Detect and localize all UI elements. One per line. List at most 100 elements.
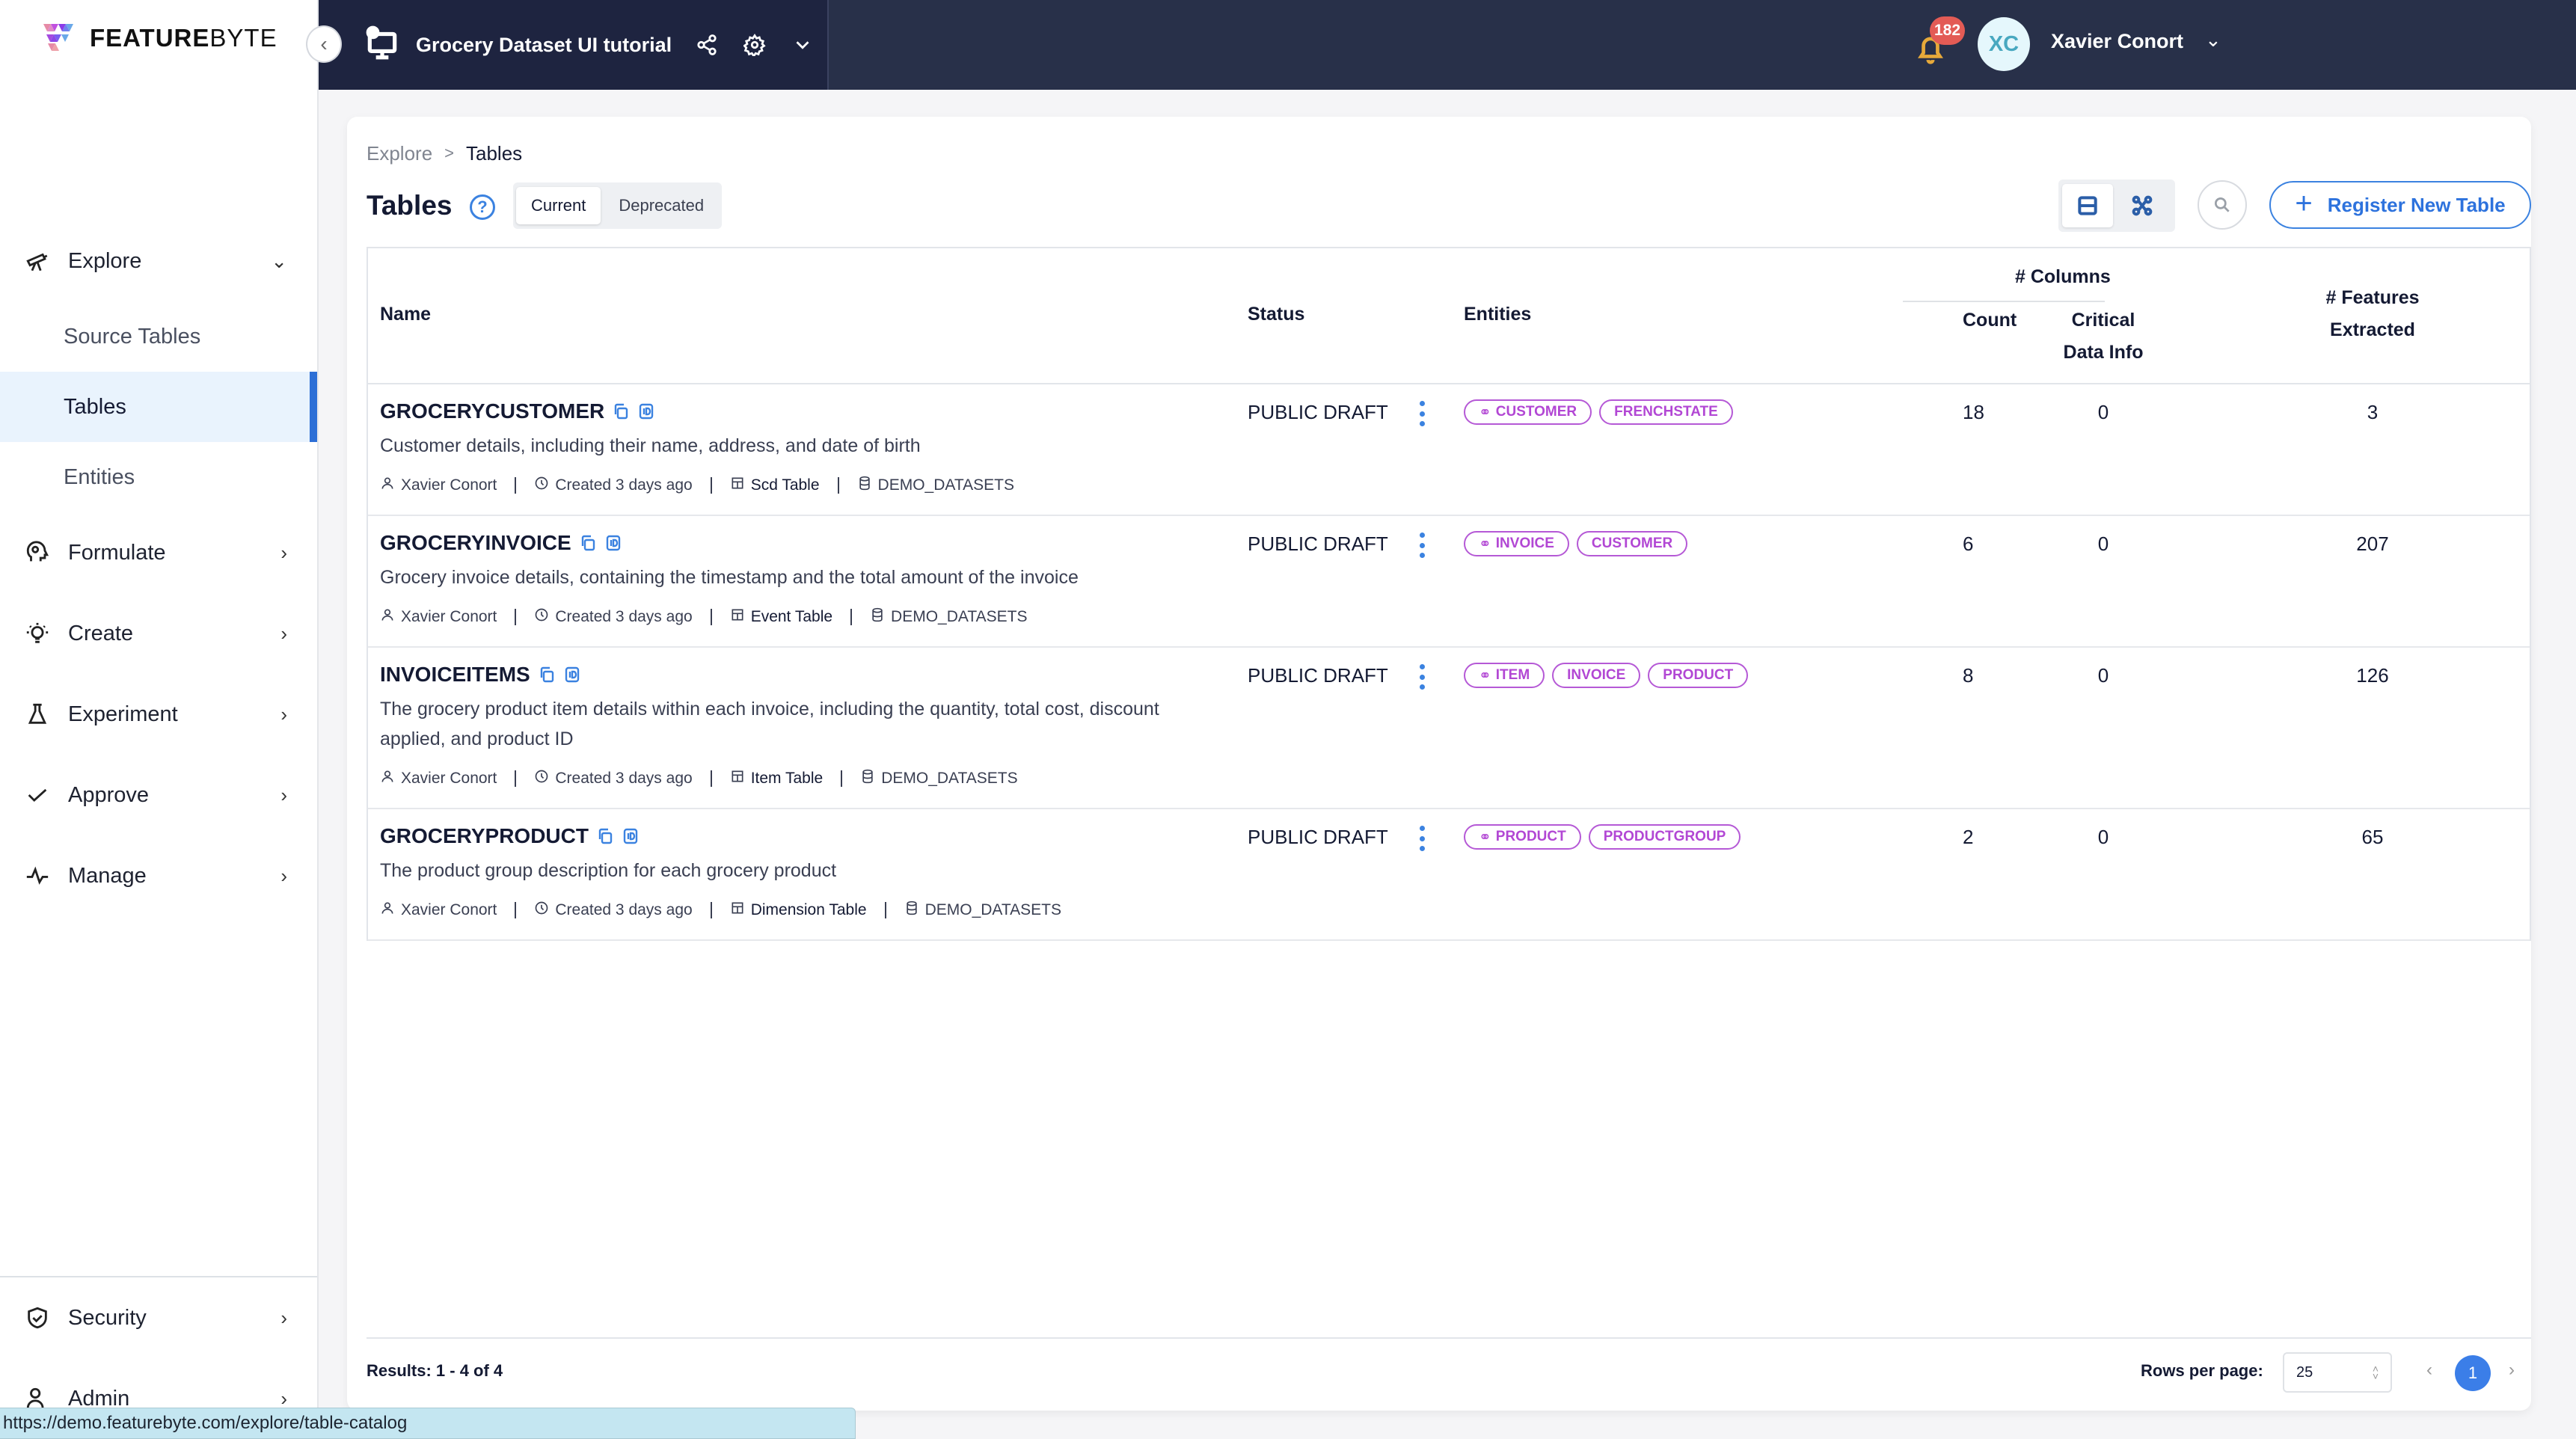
chevron-right-icon: ›: [280, 864, 287, 887]
entity-tag[interactable]: INVOICE: [1552, 663, 1641, 688]
chevron-right-icon: ›: [280, 622, 287, 645]
chevron-down-icon[interactable]: [790, 32, 815, 58]
sidebar-item-manage[interactable]: Manage ›: [0, 835, 317, 916]
chevron-right-icon: ›: [280, 1387, 287, 1410]
sidebar-item-explore[interactable]: Explore ⌄: [0, 221, 317, 301]
table-name-link[interactable]: GROCERYPRODUCT: [380, 824, 589, 848]
sidebar-item-source-tables[interactable]: Source Tables: [0, 301, 317, 372]
more-options-icon[interactable]: [1414, 401, 1429, 426]
clock-icon: [534, 769, 549, 788]
share-icon[interactable]: [694, 32, 720, 58]
table-row[interactable]: INVOICEITEMS The grocery product item det…: [368, 648, 2530, 809]
table-name-link[interactable]: INVOICEITEMS: [380, 663, 530, 687]
meta-separator: [850, 609, 853, 625]
chevron-right-icon: ›: [280, 1306, 287, 1329]
next-page-button[interactable]: ›: [2509, 1360, 2515, 1381]
gear-icon[interactable]: [742, 32, 767, 58]
page-1-button[interactable]: 1: [2455, 1355, 2491, 1391]
entity-tag[interactable]: ⚭ CUSTOMER: [1464, 399, 1592, 425]
sidebar-item-label: Formulate: [68, 540, 166, 565]
chevron-down-icon: ⌄: [271, 249, 287, 272]
user-icon: [380, 900, 395, 920]
check-icon: [24, 782, 51, 809]
table-owner: Xavier Conort: [401, 476, 497, 494]
user-name[interactable]: Xavier Conort: [2051, 30, 2183, 53]
id-icon[interactable]: [604, 533, 622, 553]
header-count[interactable]: Count: [1963, 310, 2017, 331]
header-status[interactable]: Status: [1248, 304, 1304, 325]
entity-tag[interactable]: CUSTOMER: [1576, 531, 1688, 556]
sidebar-item-security[interactable]: Security ›: [0, 1277, 317, 1358]
project-title[interactable]: Grocery Dataset UI tutorial: [416, 34, 672, 57]
table-type: Dimension Table: [750, 901, 867, 918]
breadcrumb-explore[interactable]: Explore: [367, 142, 432, 165]
copy-icon[interactable]: [538, 665, 556, 684]
help-icon[interactable]: ?: [470, 194, 495, 220]
copy-icon[interactable]: [596, 826, 614, 846]
notification-count-badge[interactable]: 182: [1930, 16, 1966, 45]
footer-divider: [367, 1337, 2531, 1339]
more-options-icon[interactable]: [1414, 533, 1429, 558]
meta-separator: [710, 609, 712, 625]
chevron-down-icon[interactable]: ⌄: [2205, 28, 2221, 52]
meta-separator: [841, 770, 843, 787]
tab-current[interactable]: Current: [516, 187, 601, 224]
featurebyte-logo-icon: [43, 24, 73, 51]
previous-page-button[interactable]: ‹: [2426, 1360, 2432, 1381]
entity-tag[interactable]: ⚭ PRODUCT: [1464, 824, 1581, 850]
header-critical-line1: Critical: [2071, 310, 2135, 331]
table-meta: Xavier Conort Created 3 days ago Item Tabl…: [380, 769, 1018, 788]
table-name-link[interactable]: GROCERYCUSTOMER: [380, 399, 604, 423]
table-row[interactable]: GROCERYPRODUCT The product group descript…: [368, 809, 2530, 941]
entity-tag[interactable]: FRENCHSTATE: [1599, 399, 1733, 425]
user-icon: [380, 476, 395, 495]
entity-tag[interactable]: ⚭ ITEM: [1464, 663, 1545, 688]
search-button[interactable]: [2198, 180, 2247, 230]
header-group-divider: [1903, 301, 2105, 302]
meta-separator: [710, 770, 712, 787]
table-row[interactable]: GROCERYINVOICE Grocery invoice details, c…: [368, 516, 2530, 648]
header-name[interactable]: Name: [380, 304, 431, 325]
sidebar-item-approve[interactable]: Approve ›: [0, 755, 317, 835]
featurebyte-logo[interactable]: FEATUREBYTE: [40, 19, 277, 57]
chevron-right-icon: ›: [280, 783, 287, 806]
id-icon[interactable]: [563, 665, 581, 684]
table-meta: Xavier Conort Created 3 days ago Scd Table…: [380, 476, 1014, 495]
copy-icon[interactable]: [579, 533, 597, 553]
entity-tag[interactable]: PRODUCT: [1648, 663, 1749, 688]
critical-data-info: 0: [2097, 401, 2109, 423]
sidebar-item-experiment[interactable]: Experiment ›: [0, 674, 317, 755]
tab-deprecated[interactable]: Deprecated: [604, 187, 719, 224]
meta-separator: [710, 477, 712, 494]
graph-view-button[interactable]: [2117, 184, 2168, 227]
more-options-icon[interactable]: [1414, 664, 1429, 690]
table-name-link[interactable]: GROCERYINVOICE: [380, 531, 571, 555]
entity-tag[interactable]: ⚭ INVOICE: [1464, 531, 1569, 556]
id-icon[interactable]: [622, 826, 640, 846]
meta-separator: [837, 477, 839, 494]
flask-icon: [24, 701, 51, 728]
updown-icon: ˄ ˅: [2372, 1363, 2379, 1382]
graph-view-icon: [2132, 195, 2153, 216]
more-options-icon[interactable]: [1414, 826, 1429, 851]
table-row[interactable]: GROCERYCUSTOMER Customer details, includi…: [368, 384, 2530, 516]
shield-check-icon: [24, 1304, 51, 1331]
entity-tag[interactable]: PRODUCTGROUP: [1588, 824, 1741, 850]
sidebar-item-create[interactable]: Create ›: [0, 593, 317, 674]
header-critical[interactable]: Critical Data Info: [2043, 310, 2163, 363]
rows-per-page-select[interactable]: 25 ˄ ˅: [2283, 1352, 2392, 1393]
sidebar-item-tables[interactable]: Tables: [0, 372, 317, 442]
key-icon: ⚭: [1479, 667, 1491, 684]
header-features[interactable]: # Features Extracted: [2290, 287, 2455, 341]
sidebar-item-entities[interactable]: Entities: [0, 442, 317, 512]
collapse-sidebar-button[interactable]: ‹: [306, 25, 342, 63]
header-entities[interactable]: Entities: [1464, 304, 1531, 325]
list-view-button[interactable]: [2062, 184, 2113, 227]
clock-icon: [534, 900, 549, 920]
id-icon[interactable]: [637, 402, 655, 421]
sidebar-item-formulate[interactable]: Formulate ›: [0, 512, 317, 593]
database-icon: [904, 900, 919, 920]
user-avatar[interactable]: XC: [1978, 17, 2030, 71]
register-new-table-button[interactable]: + Register New Table: [2269, 181, 2531, 229]
copy-icon[interactable]: [612, 402, 630, 421]
